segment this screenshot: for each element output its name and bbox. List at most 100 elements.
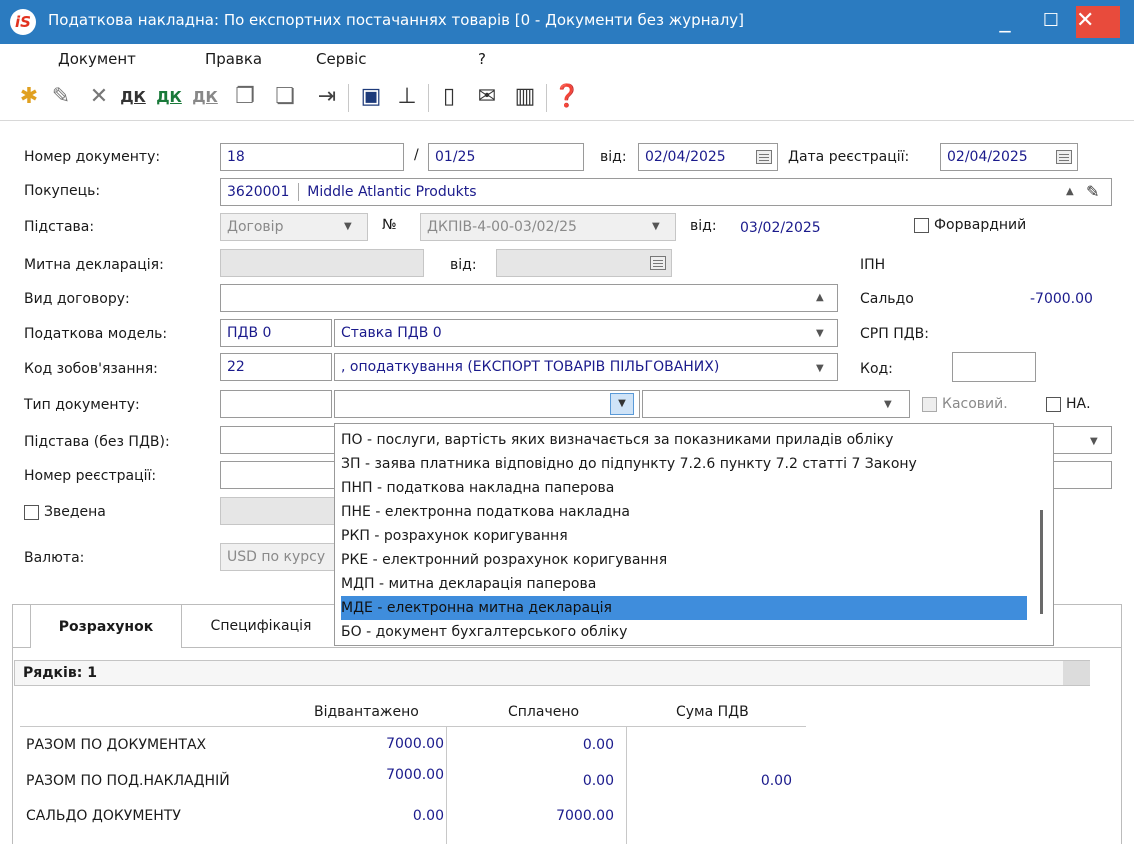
na-checkbox[interactable] [1046,397,1061,412]
basis-date-label: від: [690,218,717,234]
saldo-value: -7000.00 [1030,291,1093,307]
menu-help[interactable]: ? [478,50,486,68]
obligation-label: Код зобов'язання: [24,361,158,377]
app-logo-icon: iS [10,9,36,35]
obligation-code-field[interactable]: 22 [220,353,332,381]
dropdown-option[interactable]: МДП - митна декларація паперова [341,572,1027,596]
menu-service[interactable]: Сервіс [316,50,366,68]
delete-doc-icon[interactable]: ✕ [84,82,114,112]
basis-no-vat-select[interactable] [1050,426,1112,454]
chevron-down-icon[interactable]: ▼ [816,328,824,339]
rows-count-bar: Рядків: 1 [14,660,1090,686]
dropdown-option[interactable]: ЗП - заява платника відповідно до підпун… [341,452,1027,476]
menu-document[interactable]: Документ [58,50,136,68]
buyer-label: Покупець: [24,183,101,199]
help-icon[interactable]: ❓ [552,82,582,112]
buyer-code: 3620001 [227,184,290,200]
dropdown-option[interactable]: РКЕ - електронний розрахунок коригування [341,548,1027,572]
col-paid: Сплачено [508,704,580,720]
customs-field[interactable] [220,249,424,277]
reg-number-extra-field[interactable] [1050,461,1112,489]
cell-paid: 0.00 [582,737,614,753]
chevron-down-icon[interactable]: ▼ [884,399,892,410]
edit-pencil-icon[interactable]: ✎ [1086,182,1099,201]
dropdown-option[interactable]: РКП - розрахунок коригування [341,524,1027,548]
paste-doc-icon[interactable]: ❏ [270,82,300,112]
doc-number-field[interactable]: 18 [220,143,404,171]
save-icon[interactable]: ▣ [356,82,386,112]
dk-gray-icon[interactable]: ДК [190,82,220,112]
doc-type-select[interactable] [334,390,640,418]
calendar-icon[interactable] [1056,150,1072,164]
dropdown-option-selected[interactable]: МДЕ - електронна митна декларація [341,596,1027,620]
dropdown-open-icon[interactable]: ▼ [610,393,634,415]
chevron-down-icon[interactable]: ▼ [816,363,824,374]
minimize-button[interactable]: _ [982,0,1028,44]
row-label: САЛЬДО ДОКУМЕНТУ [26,808,181,824]
currency-field[interactable]: USD по курсу [220,543,340,571]
grid-line [446,726,447,844]
chevron-down-icon[interactable]: ▼ [652,221,660,232]
calendar-icon[interactable] [756,150,772,164]
chevron-down-icon[interactable]: ▼ [1090,436,1098,447]
maximize-button[interactable]: ☐ [1028,0,1074,44]
cell-paid: 0.00 [582,773,614,789]
contract-type-field[interactable] [220,284,838,312]
tax-model-name-field[interactable]: Ставка ПДВ 0 [334,319,838,347]
hierarchy-icon[interactable]: ⊥ [392,82,422,112]
chevron-up-icon[interactable]: ▲ [816,292,824,303]
consolidated-field[interactable] [220,497,340,525]
basis-no-vat-field[interactable] [220,426,340,454]
customs-date-field[interactable] [496,249,672,277]
mail-icon[interactable]: ✉ [472,82,502,112]
grid-line [626,726,627,844]
ipn-label: ІПН [860,257,886,273]
consolidated-checkbox[interactable] [24,505,39,520]
dropdown-option[interactable]: ПНЕ - електронна податкова накладна [341,500,1027,524]
cash-label: Касовий. [942,396,1008,412]
dk-green-icon[interactable]: ДК [154,82,184,112]
dropdown-option[interactable]: ПО - послуги, вартість яких визначається… [341,428,1027,452]
calendar-icon[interactable] [650,256,666,270]
copy-doc-icon[interactable]: ❐ [230,82,260,112]
cell-shipped: 0.00 [412,808,444,824]
exit-icon[interactable]: ⇥ [312,82,342,112]
close-button[interactable]: ✕ [1076,6,1120,38]
forward-checkbox[interactable] [914,218,929,233]
dropdown-scrollbar[interactable] [1040,510,1043,614]
basis-value: Договір [227,219,284,235]
obligation-name-field[interactable]: , оподаткування (ЕКСПОРТ ТОВАРІВ ПІЛЬГОВ… [334,353,838,381]
saldo-label: Сальдо [860,291,914,307]
basis-no-vat-label: Підстава (без ПДВ): [24,434,170,450]
dropdown-option[interactable]: ПНП - податкова накладна паперова [341,476,1027,500]
cash-checkbox[interactable] [922,397,937,412]
new-doc-icon[interactable]: ✱ [14,82,44,112]
buyer-up-icon[interactable]: ▲ [1066,186,1074,197]
tab-calculation[interactable]: Розрахунок [30,604,182,648]
tab-specification[interactable]: Специфікація [190,604,332,648]
form-icon[interactable]: ▯ [434,82,464,112]
reg-date-value: 02/04/2025 [947,149,1028,165]
basis-no-label: № [382,217,397,233]
tax-model-code-field[interactable]: ПДВ 0 [220,319,332,347]
customs-label: Митна декларація: [24,257,164,273]
library-icon[interactable]: ▥ [510,82,540,112]
currency-label: Валюта: [24,550,85,566]
toolbar-separator [546,84,547,112]
doc-type-code-field[interactable] [220,390,332,418]
doc-subtype-select[interactable] [642,390,910,418]
doc-type-dropdown-list: ПО - послуги, вартість яких визначається… [334,423,1054,646]
code-field[interactable] [952,352,1036,382]
dropdown-option[interactable]: БО - документ бухгалтерського обліку [341,620,1027,644]
chevron-down-icon[interactable]: ▼ [344,221,352,232]
buyer-field[interactable]: 3620001 Middle Atlantic Produkts [220,178,1112,206]
reg-number-field[interactable] [220,461,340,489]
srp-label: СРП ПДВ: [860,326,929,342]
dk-blue-icon[interactable]: ДК [118,82,148,112]
edit-doc-icon[interactable]: ✎ [46,82,76,112]
basis-number-select[interactable]: ДКПІВ-4-00-03/02/25 [420,213,676,241]
rows-bar-scroll [1063,661,1090,685]
toolbar-separator [428,84,429,112]
doc-suffix-field[interactable]: 01/25 [428,143,584,171]
menu-edit[interactable]: Правка [205,50,262,68]
